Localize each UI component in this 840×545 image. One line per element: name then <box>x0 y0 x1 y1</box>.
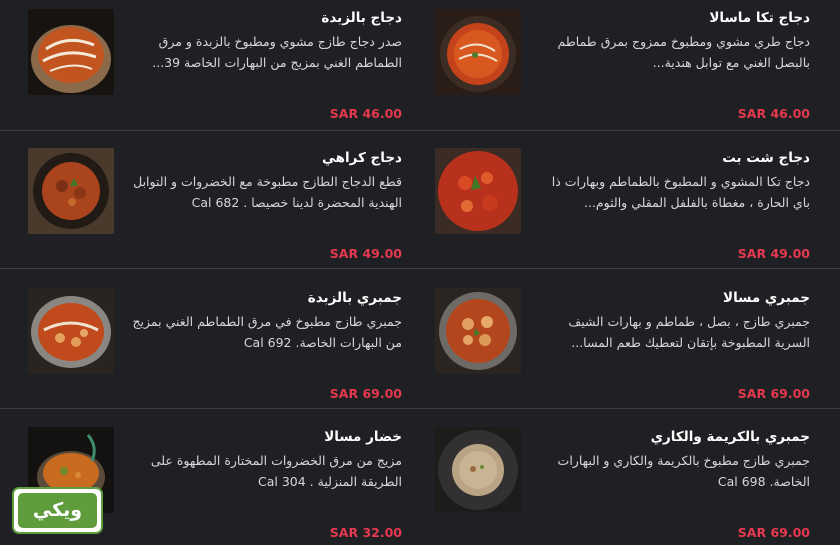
row-divider <box>0 268 840 269</box>
item-name[interactable]: جمبري مسالا <box>545 288 810 308</box>
item-name[interactable]: دجاج شت بت <box>545 148 810 168</box>
dish-image[interactable] <box>435 148 521 234</box>
item-name[interactable]: خضار مسالا <box>130 427 402 447</box>
dish-image[interactable] <box>28 9 114 95</box>
dish-image[interactable] <box>28 288 114 374</box>
brand-badge[interactable]: ويكي <box>12 487 103 534</box>
dish-image[interactable] <box>435 288 521 374</box>
menu-item-card[interactable]: جمبري مسالا جمبري طازج ، بصل ، طماطم و ب… <box>430 270 840 401</box>
brand-badge-label: ويكي <box>18 493 97 528</box>
item-description: مزيج من مرق الخضروات المختارة المطهوة عل… <box>150 453 402 489</box>
item-description: جمبري طازج ، بصل ، طماطم و بهارات الشيف … <box>568 314 810 350</box>
item-name[interactable]: جمبري بالكريمة والكاري <box>545 427 810 447</box>
item-price: SAR 49.00 <box>737 246 810 261</box>
item-price: SAR 46.00 <box>329 106 402 121</box>
menu-item-card[interactable]: دجاج تكا ماسالا دجاج طري مشوي ومطبوخ ممز… <box>430 0 840 130</box>
item-name[interactable]: جمبري بالزبدة <box>130 288 402 308</box>
item-description: جمبري طازج مطبوخ بالكريمة والكاري و البه… <box>557 453 810 489</box>
item-description: قطع الدجاج الطازج مطبوخة مع الخضروات و ا… <box>133 174 402 210</box>
item-description: دجاج تكا المشوي و المطبوخ بالطماطم وبهار… <box>551 174 810 210</box>
item-description: صدر دجاج طازج مشوي ومطبوخ بالزبدة و مرق … <box>152 34 402 70</box>
menu-row: جمبري مسالا جمبري طازج ، بصل ، طماطم و ب… <box>0 270 840 410</box>
menu-row: جمبري بالكريمة والكاري جمبري طازج مطبوخ … <box>0 409 840 545</box>
menu-item-card[interactable]: دجاج كراهي قطع الدجاج الطازج مطبوخة مع ا… <box>22 130 432 261</box>
item-price: SAR 46.00 <box>737 106 810 121</box>
item-price: SAR 69.00 <box>737 525 810 540</box>
item-name[interactable]: دجاج تكا ماسالا <box>545 8 810 28</box>
dish-image[interactable] <box>28 148 114 234</box>
menu-item-card[interactable]: دجاج بالزبدة صدر دجاج طازج مشوي ومطبوخ ب… <box>22 0 432 130</box>
menu-item-card[interactable]: جمبري بالزبدة جمبري طازج مطبوخ في مرق ال… <box>22 270 432 401</box>
item-name[interactable]: دجاج كراهي <box>130 148 402 168</box>
menu-item-card[interactable]: دجاج شت بت دجاج تكا المشوي و المطبوخ بال… <box>430 130 840 261</box>
menu-grid: دجاج تكا ماسالا دجاج طري مشوي ومطبوخ ممز… <box>0 0 840 545</box>
menu-row: دجاج تكا ماسالا دجاج طري مشوي ومطبوخ ممز… <box>0 0 840 140</box>
item-price: SAR 49.00 <box>329 246 402 261</box>
menu-row: دجاج شت بت دجاج تكا المشوي و المطبوخ بال… <box>0 130 840 270</box>
menu-item-card[interactable]: جمبري بالكريمة والكاري جمبري طازج مطبوخ … <box>430 409 840 540</box>
item-price: SAR 69.00 <box>329 386 402 401</box>
dish-image[interactable] <box>435 9 521 95</box>
dish-image[interactable] <box>435 427 521 513</box>
item-description: جمبري طازج مطبوخ في مرق الطماطم الغني بم… <box>132 314 402 350</box>
item-name[interactable]: دجاج بالزبدة <box>130 8 402 28</box>
item-price: SAR 69.00 <box>737 386 810 401</box>
item-price: SAR 32.00 <box>329 525 402 540</box>
item-description: دجاج طري مشوي ومطبوخ ممزوج بمرق طماطم با… <box>557 34 811 70</box>
